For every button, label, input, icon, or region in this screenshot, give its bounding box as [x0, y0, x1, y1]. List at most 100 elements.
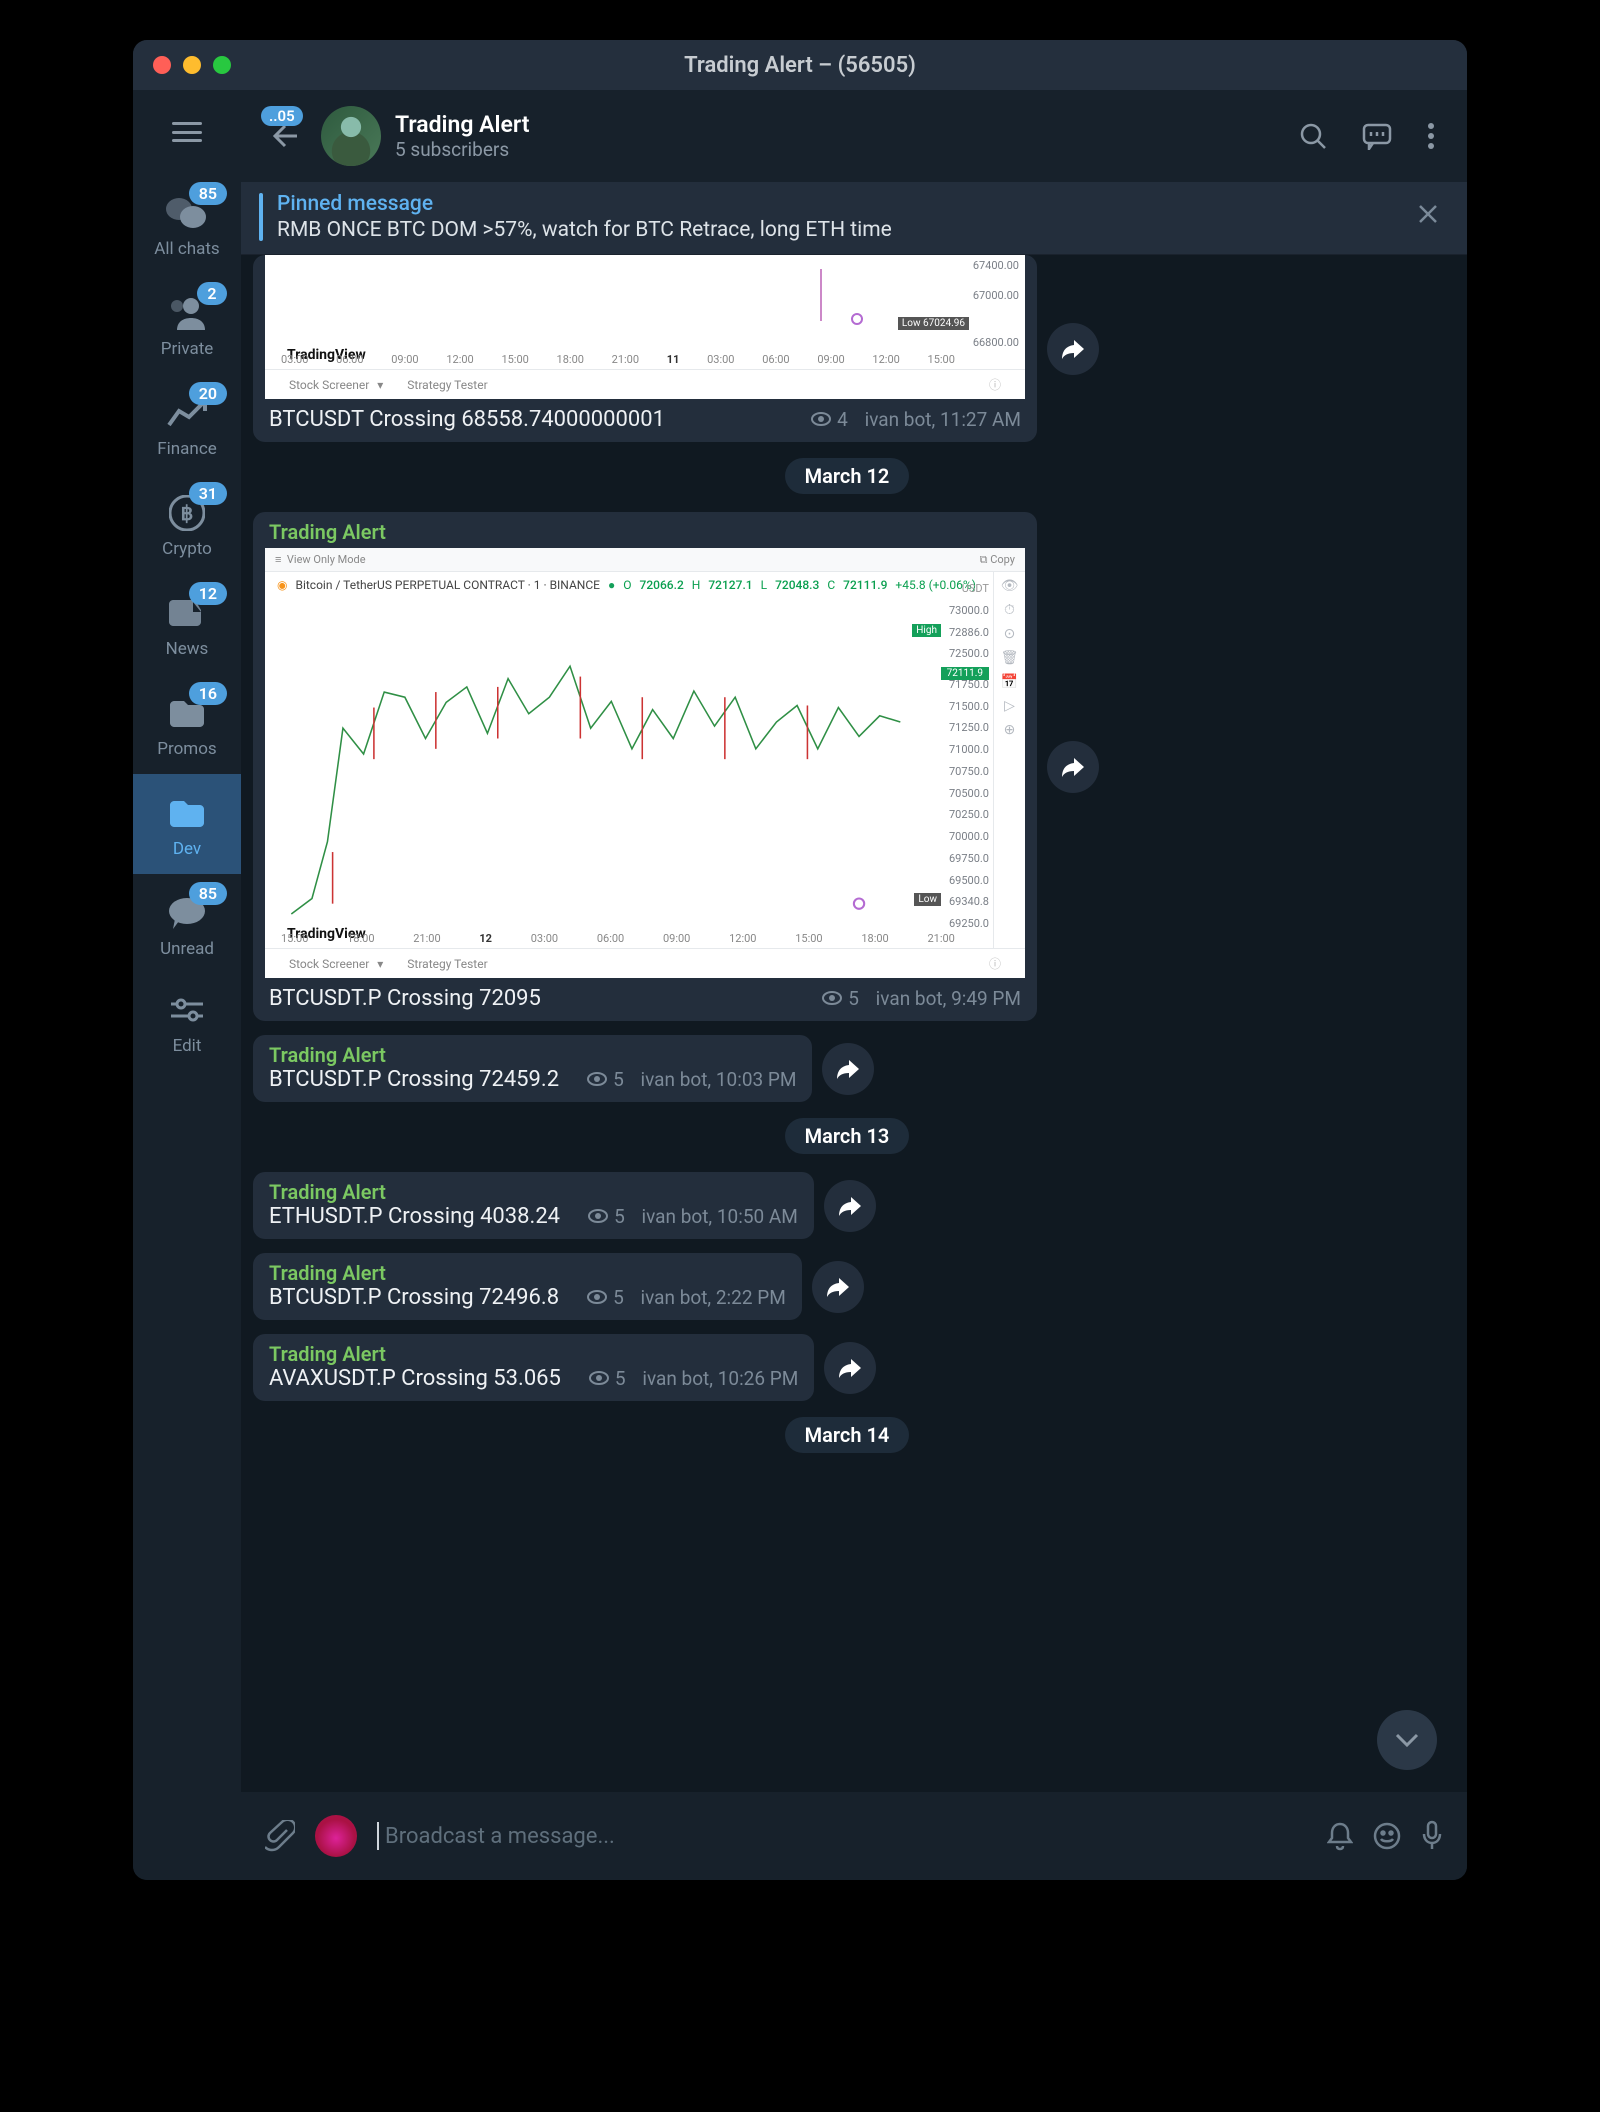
x-tick: 18:00: [347, 932, 374, 948]
pinned-message[interactable]: Pinned message RMB ONCE BTC DOM >57%, wa…: [241, 182, 1467, 255]
message: Trading Alert BTCUSDT.P Crossing 72459.2…: [253, 1035, 1441, 1102]
sidebar-item-private[interactable]: Private 2: [133, 274, 241, 374]
discussion-button[interactable]: [1351, 112, 1403, 160]
x-tick: 12:00: [872, 353, 899, 369]
message-bubble[interactable]: 67400.00 67000.00 Low 67024.96 66800.00 …: [253, 255, 1037, 442]
x-tick: 06:00: [762, 353, 789, 369]
message-bubble[interactable]: Trading Alert BTCUSDT.P Crossing 72459.2…: [253, 1035, 812, 1102]
chart-image[interactable]: 67400.00 67000.00 Low 67024.96 66800.00 …: [265, 255, 1025, 399]
x-tick: 18:00: [861, 932, 888, 948]
more-button[interactable]: [1417, 112, 1445, 160]
y-tick: 70750.0: [929, 765, 989, 778]
y-tick: 69250.0: [929, 917, 989, 930]
back-button[interactable]: ..05: [263, 114, 307, 158]
close-window-button[interactable]: [153, 56, 171, 74]
date-separator: March 13: [253, 1118, 1441, 1154]
y-tick: 70250.0: [929, 808, 989, 821]
maximize-window-button[interactable]: [213, 56, 231, 74]
sidebar-item-label: All chats: [154, 239, 219, 259]
sidebar-item-news[interactable]: News 12: [133, 574, 241, 674]
views-icon: [589, 1371, 609, 1385]
message-input[interactable]: [383, 1823, 1307, 1850]
settings-icon: [163, 986, 211, 1034]
paperclip-icon: [265, 1820, 295, 1852]
sidebar-item-all-chats[interactable]: All chats 85: [133, 174, 241, 274]
message-text: BTCUSDT Crossing 68558.74000000001: [269, 407, 665, 432]
message-sender: Trading Alert: [269, 1043, 796, 1067]
titlebar: Trading Alert – (56505): [133, 40, 1467, 90]
sidebar-item-unread[interactable]: Unread 85: [133, 874, 241, 974]
share-icon: [837, 1357, 863, 1379]
emoji-icon: [1373, 1822, 1401, 1850]
sidebar-item-label: Crypto: [162, 539, 212, 559]
message-bubble[interactable]: Trading Alert BTCUSDT.P Crossing 72496.8…: [253, 1253, 802, 1320]
chat-avatar[interactable]: [321, 106, 381, 166]
close-pinned-button[interactable]: [1411, 196, 1445, 238]
message-bubble[interactable]: Trading Alert ETHUSDT.P Crossing 4038.24…: [253, 1172, 814, 1239]
chart-image[interactable]: ≡ View Only Mode ⧉ Copy ◉ Bitcoin / Teth…: [265, 548, 1025, 978]
views-icon: [587, 1290, 607, 1304]
svg-text:฿: ฿: [181, 501, 194, 525]
share-button[interactable]: [824, 1180, 876, 1232]
sidebar-item-finance[interactable]: Finance 20: [133, 374, 241, 474]
folder-badge: 12: [189, 582, 227, 605]
chat-title-block[interactable]: Trading Alert 5 subscribers: [395, 111, 529, 161]
message-text: BTCUSDT.P Crossing 72496.8: [269, 1285, 559, 1310]
message-meta: 5 ivan bot, 10:26 PM: [589, 1367, 798, 1390]
minimize-window-button[interactable]: [183, 56, 201, 74]
message-sender: Trading Alert: [269, 1342, 798, 1366]
message-time: ivan bot, 11:27 AM: [865, 408, 1021, 431]
sidebar-item-label: Edit: [173, 1036, 202, 1056]
folder-badge: 16: [189, 682, 227, 705]
search-button[interactable]: [1289, 112, 1337, 160]
sidebar-item-edit[interactable]: Edit: [133, 974, 241, 1068]
y-tick: 67400.00: [959, 259, 1019, 272]
views-count: 5: [615, 1367, 626, 1390]
notifications-button[interactable]: [1327, 1821, 1353, 1851]
date-separator: March 12: [253, 458, 1441, 494]
scroll-to-bottom-button[interactable]: [1377, 1710, 1437, 1770]
tv-toolbar: 👁⏱⊙🗑📅▷⊕: [993, 572, 1025, 948]
share-button[interactable]: [1047, 323, 1099, 375]
mini-chart: [281, 261, 921, 331]
share-button[interactable]: [812, 1261, 864, 1313]
views-count: 5: [613, 1068, 624, 1091]
share-button[interactable]: [824, 1342, 876, 1394]
sidebar-item-dev[interactable]: Dev: [133, 774, 241, 874]
views-icon: [587, 1072, 607, 1086]
tv-tab: Stock Screener: [289, 378, 369, 392]
app-window: Trading Alert – (56505) All chats 85 Pri…: [133, 40, 1467, 1880]
composer-avatar[interactable]: [315, 1815, 357, 1857]
sidebar-item-crypto[interactable]: ฿ Crypto 31: [133, 474, 241, 574]
folder-badge: 20: [189, 382, 227, 405]
attach-button[interactable]: [265, 1820, 295, 1852]
message-sender: Trading Alert: [269, 520, 1021, 544]
hamburger-icon: [172, 122, 202, 142]
x-tick: 03:00: [281, 353, 308, 369]
y-tick: 70500.0: [929, 787, 989, 800]
menu-button[interactable]: [159, 104, 215, 160]
message-list[interactable]: 67400.00 67000.00 Low 67024.96 66800.00 …: [241, 255, 1467, 1792]
message-time: ivan bot, 10:26 PM: [642, 1367, 798, 1390]
x-tick: 21:00: [612, 353, 639, 369]
sidebar-item-promos[interactable]: Promos 16: [133, 674, 241, 774]
message-time: ivan bot, 10:50 AM: [641, 1205, 797, 1228]
share-icon: [837, 1195, 863, 1217]
emoji-button[interactable]: [1373, 1822, 1401, 1850]
share-button[interactable]: [1047, 741, 1099, 793]
y-tick: 70000.0: [929, 830, 989, 843]
y-tick: 66800.00: [959, 336, 1019, 349]
share-button[interactable]: [822, 1043, 874, 1095]
x-tick: 03:00: [531, 932, 558, 948]
date-chip: March 13: [785, 1118, 910, 1154]
x-tick: 11: [667, 353, 680, 369]
voice-button[interactable]: [1421, 1820, 1443, 1852]
tv-mode: View Only Mode: [287, 553, 366, 566]
x-tick: 21:00: [927, 932, 954, 948]
date-chip: March 14: [785, 1417, 910, 1453]
message-meta: 5 ivan bot, 10:03 PM: [587, 1068, 796, 1091]
back-badge: ..05: [261, 106, 303, 126]
tv-tab: Stock Screener: [289, 957, 369, 971]
message-bubble[interactable]: Trading Alert AVAXUSDT.P Crossing 53.065…: [253, 1334, 814, 1401]
message-bubble[interactable]: Trading Alert ≡ View Only Mode ⧉ Copy ◉ …: [253, 512, 1037, 1021]
